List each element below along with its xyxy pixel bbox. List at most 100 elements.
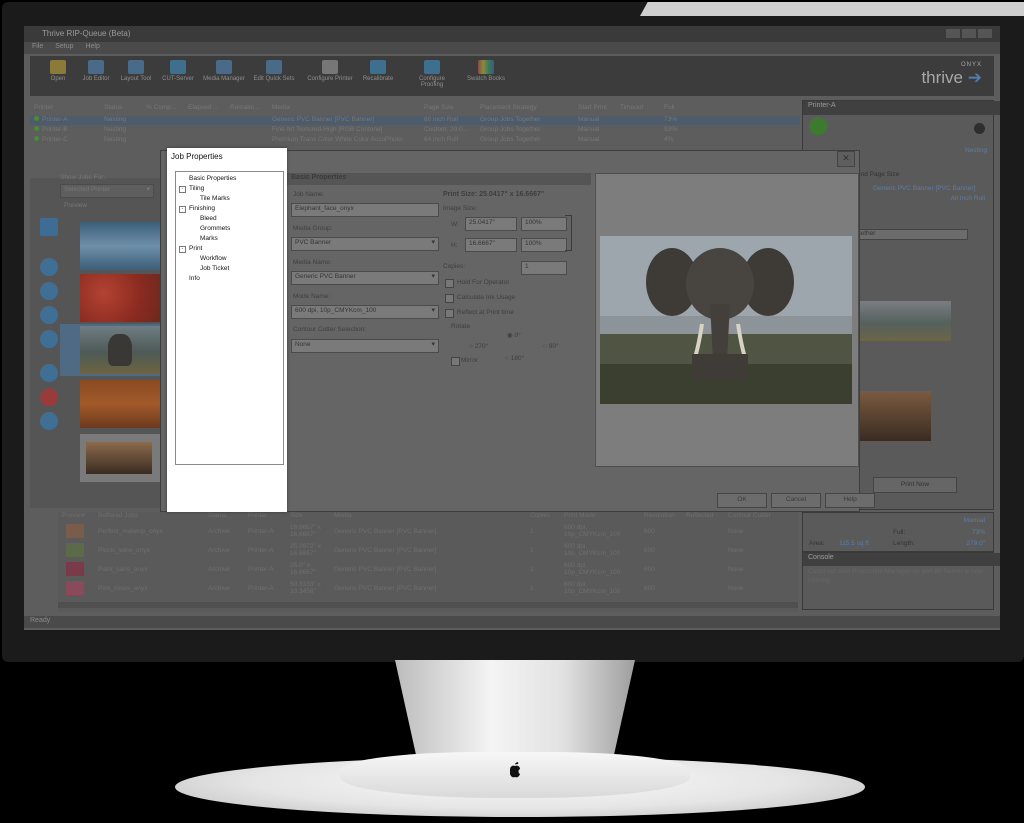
menu-help[interactable]: Help [85,43,99,50]
process-icon[interactable] [40,364,58,382]
onyx-thrive-logo: ONYX thrive ➔ [921,62,982,87]
settings-icon[interactable] [974,123,985,134]
mode-name-select[interactable]: 600 dpi, 10p_CMYKcm_100 [291,305,439,319]
maximize-button[interactable] [962,29,976,38]
tree-item-bleed[interactable]: Bleed [200,215,217,222]
printer-row[interactable]: Printer-C Nesting Premium Trans Color Wh… [30,136,800,145]
configure-proofing-button[interactable]: Configure Proofing [408,60,456,88]
printer-row[interactable]: Printer-A Nesting Generic PVC Banner [PV… [30,116,800,125]
job-properties-title: Job Properties [171,152,223,161]
minimize-button[interactable] [946,29,960,38]
horizontal-scrollbar[interactable] [58,602,798,608]
edit-quick-sets-button[interactable]: Edit Quick Sets [250,60,298,82]
recalibrate-button[interactable]: Recalibrate [354,60,402,82]
menu-file[interactable]: File [32,43,43,50]
move-down-icon[interactable] [40,306,58,324]
job-thumbnail[interactable] [80,434,160,482]
tree-item-print[interactable]: Print [189,245,202,252]
tree-item-finishing[interactable]: Finishing [189,205,215,212]
window-controls [944,29,992,40]
proofing-icon [424,60,440,74]
help-button[interactable]: Help [825,493,875,508]
main-toolbar: Open Job Editor Layout Tool CUT-Server M… [30,56,994,96]
dialog-close-button[interactable]: ✕ [837,151,855,167]
job-thumbnail[interactable] [80,274,160,322]
tree-item-workflow[interactable]: Workflow [200,255,227,262]
info-icon[interactable] [40,412,58,430]
move-up-icon[interactable] [40,258,58,276]
preview-label: Preview [64,202,88,209]
media-manager-icon [216,60,232,74]
width-percent-input[interactable]: 100% [521,217,567,231]
strategy-select[interactable]: gether [853,229,968,240]
printer-grid-header: Printer Status % Comp... Elapsed ... Rem… [34,104,675,111]
move-top-icon[interactable] [40,282,58,300]
buffered-jobs-table: Preview Buffered Jobs Status Printer Siz… [58,512,798,612]
tree-item-basic-properties[interactable]: Basic Properties [189,175,236,182]
job-preview-panel: Show Jobs For: Selected Printer Preview [30,174,200,508]
tree-item-tiling[interactable]: Tiling [189,185,204,192]
cut-server-button[interactable]: CUT-Server [154,60,202,82]
job-thumbnail[interactable] [80,380,160,428]
aspect-lock-icon[interactable] [565,215,572,251]
copies-input[interactable]: 1 [521,261,567,275]
elephant-photo [600,236,852,404]
tree-item-grommets[interactable]: Grommets [200,225,230,232]
ok-button[interactable]: OK [717,493,767,508]
collapse-icon[interactable]: - [179,206,186,213]
row-thumbnail [66,562,84,576]
menu-setup[interactable]: Setup [55,43,73,50]
console-title: Console [803,553,1000,566]
quick-sets-icon [266,60,282,74]
move-bottom-icon[interactable] [40,330,58,348]
layout-tool-button[interactable]: Layout Tool [112,60,160,82]
swatch-books-button[interactable]: Swatch Books [462,60,510,82]
tree-item-tile-marks[interactable]: Tile Marks [200,195,230,202]
table-row[interactable]: Perfect_makeup_onyx Archive Printer-A 16… [58,524,798,543]
status-bar: Ready [24,616,1000,628]
rotate-270-radio[interactable]: ○ 270° [469,343,488,350]
rotate-180-radio[interactable]: ○ 180° [505,355,524,362]
media-name-select[interactable]: Generic PVC Banner [291,271,439,285]
cancel-button[interactable]: Cancel [771,493,821,508]
printer-row[interactable]: Printer-B Nesting Fine Art Textured-High… [30,126,800,135]
job-properties-tree-panel: Job Properties Basic Properties - Tiling… [167,148,287,512]
tree-item-marks[interactable]: Marks [200,235,218,242]
media-manager-button[interactable]: Media Manager [200,60,248,82]
window-titlebar: Thrive RIP-Queue (Beta) [24,26,1000,42]
configure-printer-button[interactable]: Configure Printer [306,60,354,82]
printer-status: Nesting [964,147,987,154]
table-row[interactable]: Pink_roses_onyx Archive Printer-A 50.333… [58,581,798,600]
height-input[interactable]: 16.6667" [465,238,517,252]
reflect-checkbox[interactable] [445,309,454,318]
rotate-0-radio[interactable]: ◉ 0° [507,331,521,339]
collapse-icon[interactable]: - [179,186,186,193]
contour-cutter-select[interactable]: None [291,339,439,353]
job-thumbnail[interactable] [80,222,160,270]
online-status-icon [34,126,39,131]
job-list-icon[interactable] [40,218,58,236]
height-percent-input[interactable]: 100% [521,238,567,252]
power-icon[interactable] [809,117,827,135]
nest-preview [859,391,931,441]
apple-logo-icon [510,762,520,778]
table-row[interactable]: Paint_cans_onyx Archive Printer-A 25.0" … [58,562,798,581]
delete-icon[interactable] [40,388,58,406]
mirror-checkbox[interactable] [451,357,460,366]
media-group-select[interactable]: PVC Banner [291,237,439,251]
page-size-label: and Page Size [857,171,900,178]
printer-panel-title: Printer-A [803,101,1000,115]
console-panel: Console Could not start Production Manag… [802,552,1000,610]
collapse-icon[interactable]: - [179,246,186,253]
job-name-input[interactable]: Elephant_face_onyx [291,203,439,217]
width-input[interactable]: 25.0417" [465,217,517,231]
hold-operator-checkbox[interactable] [445,279,454,288]
rotate-90-radio[interactable]: ○ 90° [543,343,559,350]
window-close-button[interactable] [978,29,992,38]
calculate-ink-checkbox[interactable] [445,294,454,303]
show-jobs-select[interactable]: Selected Printer [60,184,154,198]
tree-item-info[interactable]: Info [189,275,200,282]
table-row[interactable]: Picnic_wine_onyx Archive Printer-A 25.09… [58,543,798,562]
tree-item-job-ticket[interactable]: Job Ticket [200,265,229,272]
print-now-button[interactable]: Print Now [873,477,957,493]
